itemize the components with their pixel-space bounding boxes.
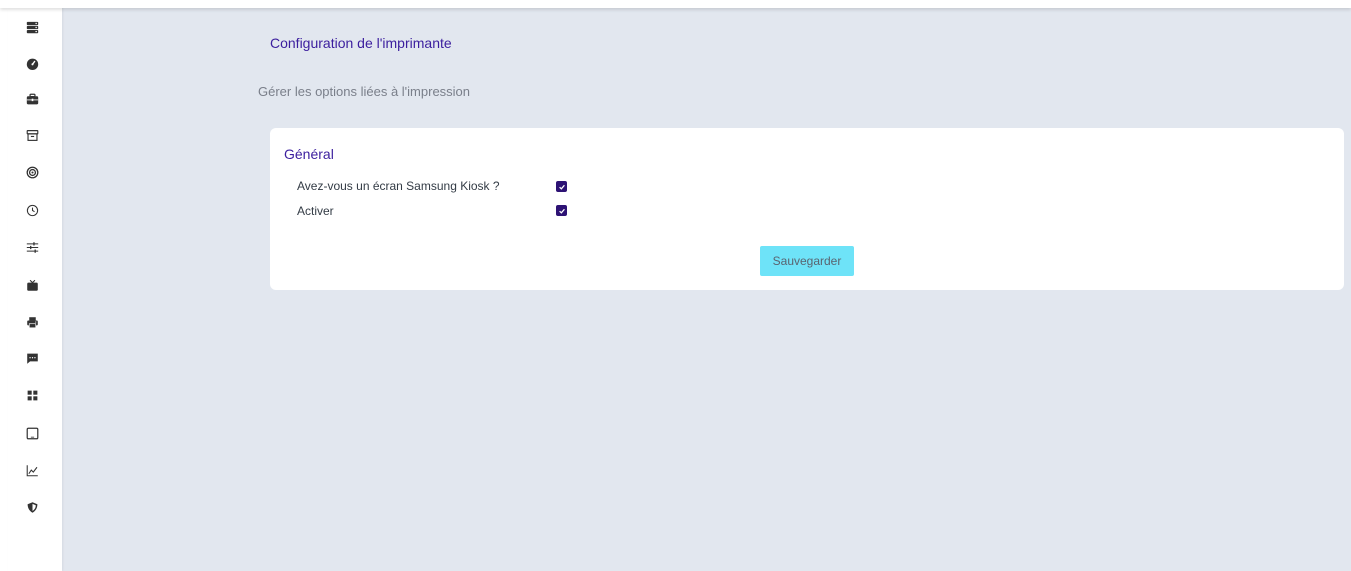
shield-icon xyxy=(27,501,37,513)
samsung-kiosk-label: Avez-vous un écran Samsung Kiosk ? xyxy=(297,179,500,193)
sidebar-item-tablet[interactable] xyxy=(8,418,56,448)
sidebar-item-target[interactable] xyxy=(8,157,56,187)
sidebar-item-sliders[interactable] xyxy=(8,232,56,262)
samsung-kiosk-checkbox[interactable] xyxy=(556,181,567,192)
app-window: Configuration de l'imprimante Gérer les … xyxy=(0,0,1351,571)
sidebar-item-tv[interactable] xyxy=(8,270,56,300)
top-bar xyxy=(0,0,1351,8)
tv-icon xyxy=(26,279,38,291)
left-edge xyxy=(0,0,8,571)
sidebar-item-analytics[interactable] xyxy=(8,455,56,485)
message-icon xyxy=(26,353,38,364)
dashboard-icon xyxy=(26,58,38,70)
printer-icon xyxy=(26,316,38,328)
general-settings-card: Général Avez-vous un écran Samsung Kiosk… xyxy=(270,128,1344,290)
page-subtitle: Gérer les options liées à l'impression xyxy=(258,84,471,99)
archive-icon xyxy=(26,129,38,141)
sliders-icon xyxy=(26,241,38,253)
activate-checkbox[interactable] xyxy=(556,205,567,216)
sidebar-item-printer[interactable] xyxy=(8,307,56,337)
briefcase-icon xyxy=(26,93,38,104)
save-button[interactable]: Sauvegarder xyxy=(760,246,854,276)
sidebar-item-server[interactable] xyxy=(8,12,56,42)
checkmark-icon xyxy=(558,208,565,214)
clock-icon xyxy=(26,204,38,216)
checkmark-icon xyxy=(558,184,565,190)
sidebar-item-dashboard[interactable] xyxy=(8,48,56,78)
apps-icon xyxy=(27,390,37,400)
activate-label: Activer xyxy=(297,204,334,218)
sidebar-item-apps[interactable] xyxy=(8,380,56,410)
sidebar xyxy=(8,0,62,571)
sidebar-item-security[interactable] xyxy=(8,492,56,522)
sidebar-item-clock[interactable] xyxy=(8,195,56,225)
sidebar-item-archive[interactable] xyxy=(8,120,56,150)
target-icon xyxy=(26,166,38,178)
server-icon xyxy=(26,21,38,33)
page-title: Configuration de l'imprimante xyxy=(270,35,452,51)
sidebar-item-briefcase[interactable] xyxy=(8,84,56,114)
sidebar-item-messages[interactable] xyxy=(8,343,56,373)
card-title: Général xyxy=(284,146,334,162)
tablet-icon xyxy=(26,427,38,439)
chart-icon xyxy=(26,464,38,476)
main-content: Configuration de l'imprimante Gérer les … xyxy=(62,8,1351,571)
